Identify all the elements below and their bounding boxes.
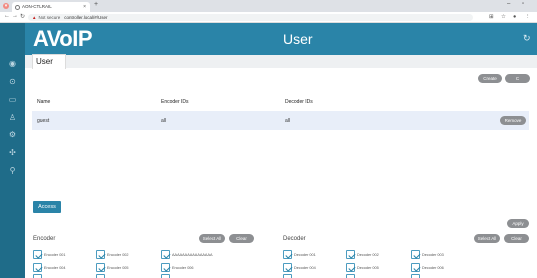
address-bar: ← → ↻ ▲ Not secure controller.local/#/User…: [0, 12, 537, 23]
checkbox[interactable]: [411, 274, 420, 278]
network-icon[interactable]: ✣: [7, 147, 18, 158]
page-title: User: [283, 31, 313, 47]
decoder-option-label: Decoder 001: [294, 253, 316, 257]
checkbox[interactable]: [33, 274, 42, 278]
decoder-heading: Decoder: [283, 236, 306, 242]
encoder-option-label: AAAAAAAAAAAAAAAA: [172, 253, 213, 257]
url-text: controller.local/#/User: [64, 15, 108, 20]
display-icon[interactable]: ▭: [7, 94, 18, 105]
security-label[interactable]: Not secure: [38, 15, 60, 20]
checkbox[interactable]: [161, 274, 170, 278]
app-header: AVoIP User ↻: [0, 23, 537, 55]
checkbox[interactable]: [411, 250, 420, 259]
decoder-select-all-button[interactable]: Select All: [474, 234, 500, 243]
menu-kebab-icon[interactable]: ⋮: [525, 14, 531, 20]
user-icon[interactable]: ♙: [7, 112, 18, 123]
browser-tab-title: AON-CTLRAIL: [22, 4, 52, 9]
encoder-option-label: Encoder 004: [44, 266, 66, 270]
tab-user[interactable]: User: [32, 54, 66, 69]
column-header-name: Name: [37, 99, 51, 105]
new-tab-button[interactable]: +: [94, 1, 98, 8]
encoder-option-label: Encoder 006: [172, 266, 194, 270]
close-tab-icon[interactable]: ×: [83, 2, 86, 12]
checkbox[interactable]: [346, 263, 355, 272]
back-icon[interactable]: ←: [4, 13, 10, 19]
checkbox[interactable]: [283, 274, 292, 278]
profile-icon[interactable]: ●: [513, 14, 516, 20]
browser-tab-bar: ▾ AON-CTLRAIL × + – ▫: [0, 0, 537, 12]
bookmark-star-icon[interactable]: ☆: [501, 14, 506, 20]
checkbox[interactable]: [161, 263, 170, 272]
forward-icon[interactable]: →: [12, 13, 18, 19]
create-button[interactable]: Create: [478, 74, 502, 83]
maximize-button[interactable]: ▫: [522, 1, 524, 7]
warning-icon: ▲: [32, 15, 37, 20]
monitor-icon[interactable]: ⊙: [7, 76, 18, 87]
checkbox[interactable]: [33, 263, 42, 272]
decoder-option-label: Decoder 004: [294, 266, 316, 270]
refresh-icon[interactable]: ↻: [523, 33, 531, 43]
table-row[interactable]: [32, 111, 529, 130]
checkbox[interactable]: [96, 274, 105, 278]
app-logo: AVoIP: [33, 26, 93, 51]
encoder-select-all-button[interactable]: Select All: [199, 234, 225, 243]
tab-strip: [25, 55, 537, 68]
decoder-option-label: Decoder 003: [422, 253, 444, 257]
row-name: guest: [37, 118, 50, 124]
row-encoder-ids: all: [161, 118, 167, 124]
access-button[interactable]: Access: [33, 201, 61, 213]
remove-button[interactable]: Remove: [500, 116, 526, 125]
column-header-encoder-ids: Encoder IDs: [161, 99, 189, 105]
row-decoder-ids: all: [285, 118, 291, 124]
decoder-clear-button[interactable]: Clear: [504, 234, 529, 243]
translate-icon[interactable]: ⊞: [489, 14, 494, 20]
secondary-button[interactable]: C: [505, 74, 530, 83]
decoder-option-label: Decoder 006: [422, 266, 444, 270]
sidebar: ◉ ⊙ ▭ ♙ ⚙ ✣ ⚲: [0, 23, 25, 278]
encoder-option-label: Encoder 002: [107, 253, 129, 257]
encoder-clear-button[interactable]: Clear: [229, 234, 254, 243]
encoder-option-label: Encoder 001: [44, 253, 66, 257]
checkbox[interactable]: [346, 274, 355, 278]
checkbox[interactable]: [161, 250, 170, 259]
url-field[interactable]: ▲ Not secure controller.local/#/User: [28, 14, 473, 21]
reload-icon[interactable]: ↻: [20, 13, 25, 20]
window-menu-icon[interactable]: ▾: [3, 3, 9, 9]
apply-button[interactable]: Apply: [507, 219, 529, 228]
dashboard-icon[interactable]: ◉: [7, 58, 18, 69]
encoder-heading: Encoder: [33, 236, 56, 242]
checkbox[interactable]: [283, 250, 292, 259]
encoder-option-label: Encoder 005: [107, 266, 129, 270]
column-header-decoder-ids: Decoder IDs: [285, 99, 313, 105]
link-icon[interactable]: ⚲: [7, 165, 18, 176]
settings-icon[interactable]: ⚙: [7, 129, 18, 140]
globe-icon: [15, 4, 20, 10]
decoder-option-label: Decoder 005: [357, 266, 379, 270]
checkbox[interactable]: [96, 250, 105, 259]
minimize-button[interactable]: –: [507, 1, 510, 7]
decoder-option-label: Decoder 002: [357, 253, 379, 257]
checkbox[interactable]: [96, 263, 105, 272]
checkbox[interactable]: [283, 263, 292, 272]
browser-tab[interactable]: AON-CTLRAIL ×: [12, 2, 90, 12]
checkbox[interactable]: [33, 250, 42, 259]
checkbox[interactable]: [411, 263, 420, 272]
checkbox[interactable]: [346, 250, 355, 259]
main-content: [25, 55, 537, 278]
